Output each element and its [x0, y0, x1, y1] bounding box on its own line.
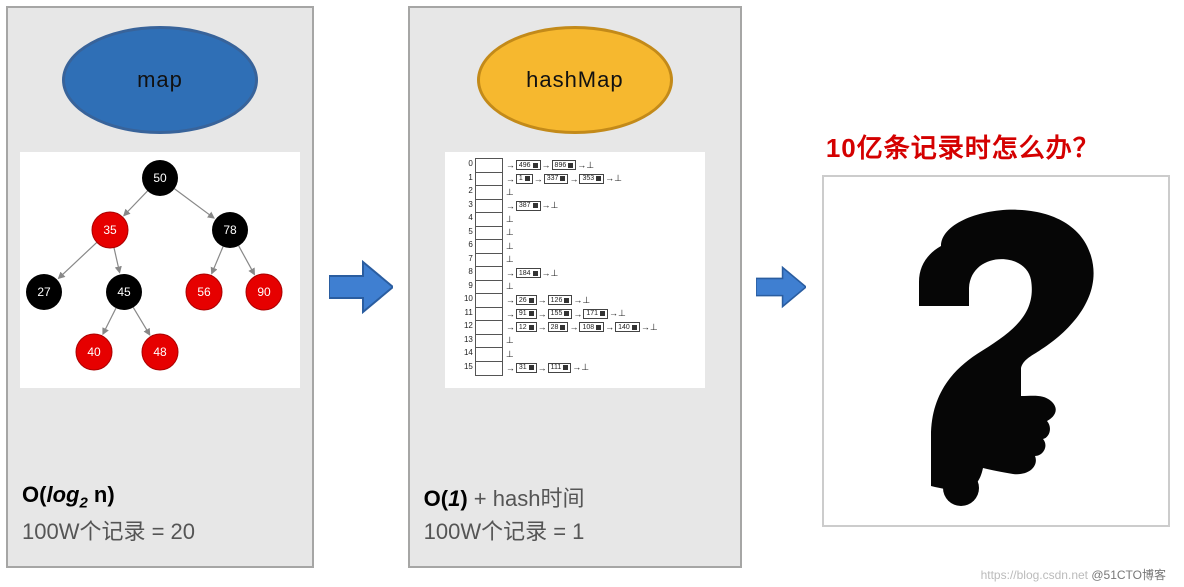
hashmap-ellipse: hashMap	[477, 26, 673, 134]
bigO2-open: O(	[424, 486, 448, 511]
question-head-icon	[871, 196, 1121, 506]
log-text: log	[46, 482, 79, 507]
bigO2-core: 1	[448, 486, 460, 511]
hash-table: 0123456789101112131415→496→896→⊥→1→337→3…	[445, 152, 705, 388]
hashmap-title: hashMap	[526, 67, 624, 93]
map-records-line: 100W个记录 = 20	[22, 519, 195, 544]
arrow-map-to-hash	[326, 242, 396, 332]
watermark-light: https://blog.csdn.net	[981, 568, 1092, 582]
hashmap-records-line: 100W个记录 = 1	[424, 519, 585, 544]
svg-text:78: 78	[223, 223, 237, 237]
map-caption: O(log2 n) 100W个记录 = 20	[22, 478, 195, 548]
svg-text:27: 27	[37, 285, 51, 299]
right-column: 10亿条记录时怎么办？	[820, 48, 1178, 527]
map-title: map	[137, 67, 183, 93]
map-ellipse: map	[62, 26, 258, 134]
svg-text:35: 35	[103, 223, 117, 237]
watermark: https://blog.csdn.net @51CTO博客	[981, 566, 1166, 583]
svg-text:48: 48	[153, 345, 167, 359]
bigO-open: O(	[22, 482, 46, 507]
svg-text:40: 40	[87, 345, 101, 359]
svg-text:50: 50	[153, 171, 167, 185]
log-base: 2	[79, 495, 87, 512]
svg-text:45: 45	[117, 285, 131, 299]
map-tree-diagram: 50 35 78 27 45 56 90 40 48	[20, 152, 300, 388]
tree-svg: 50 35 78 27 45 56 90 40 48	[20, 152, 300, 388]
panel-hashmap: hashMap 0123456789101112131415→496→896→⊥…	[408, 6, 742, 568]
hash-extra: + hash时间	[468, 486, 585, 511]
panel-map: map 50 35 78 27 45 56 90 40 48 O(log2 n) 100W个记录…	[6, 6, 314, 568]
question-box	[822, 175, 1170, 527]
bigO2-close: )	[460, 486, 467, 511]
hashmap-diagram: 0123456789101112131415→496→896→⊥→1→337→3…	[445, 152, 705, 388]
svg-text:90: 90	[257, 285, 271, 299]
watermark-dark: @51CTO博客	[1091, 568, 1166, 582]
hashmap-caption: O(1) + hash时间 100W个记录 = 1	[424, 482, 585, 548]
arrow-hash-to-question	[754, 242, 808, 332]
svg-text:56: 56	[197, 285, 211, 299]
bigO-close: n)	[88, 482, 115, 507]
diagram-stage: map 503578274556904048 O(log2 n) 100W个记录…	[0, 0, 1184, 568]
headline-question: 10亿条记录时怎么办？	[826, 128, 1100, 165]
